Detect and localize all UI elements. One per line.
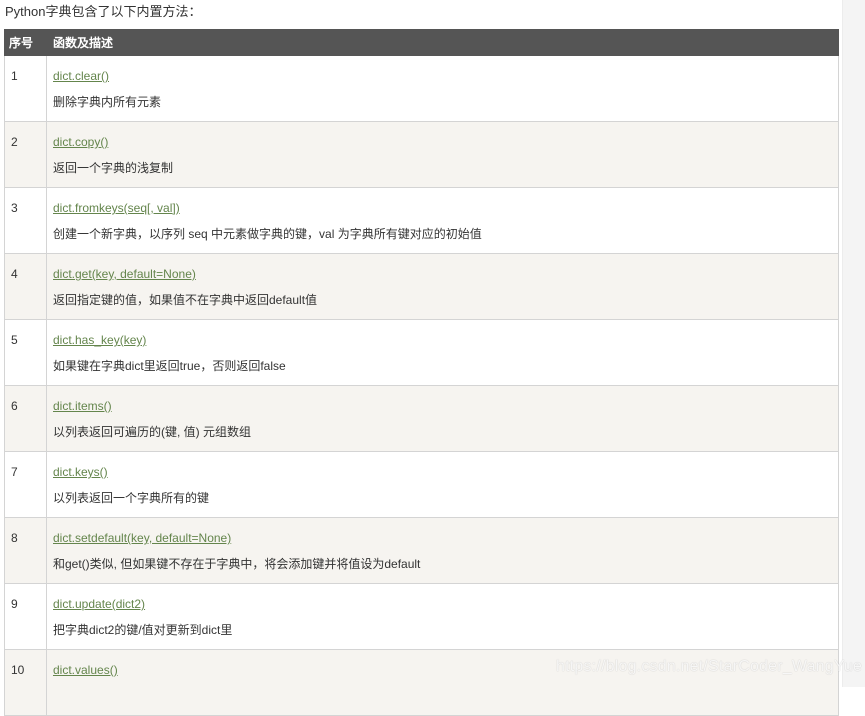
row-content: dict.copy() 返回一个字典的浅复制	[46, 121, 839, 188]
intro-text: Python字典包含了以下内置方法：	[5, 4, 202, 19]
table-row: 1 dict.clear() 删除字典内所有元素	[4, 55, 839, 122]
function-description: 以列表返回一个字典所有的键	[53, 491, 210, 505]
row-content: dict.get(key, default=None) 返回指定键的值，如果值不…	[46, 253, 839, 320]
row-content: dict.fromkeys(seq[, val]) 创建一个新字典，以序列 se…	[46, 187, 839, 254]
page-scrollbar[interactable]	[842, 0, 865, 687]
function-link-get[interactable]: dict.get(key, default=None)	[53, 267, 196, 281]
table-row: 7 dict.keys() 以列表返回一个字典所有的键	[4, 451, 839, 518]
function-description: 创建一个新字典，以序列 seq 中元素做字典的键，val 为字典所有键对应的初始…	[53, 227, 482, 241]
row-content: dict.has_key(key) 如果键在字典dict里返回true，否则返回…	[46, 319, 839, 386]
function-link-clear[interactable]: dict.clear()	[53, 69, 109, 83]
function-description: 和get()类似, 但如果键不存在于字典中，将会添加键并将值设为default	[53, 557, 421, 571]
function-description: 以列表返回可遍历的(键, 值) 元组数组	[53, 425, 251, 439]
row-number: 8	[4, 517, 47, 584]
methods-table-container: 序号 函数及描述 1 dict.clear() 删除字典内所有元素 2 dict…	[4, 29, 839, 716]
row-content: dict.items() 以列表返回可遍历的(键, 值) 元组数组	[46, 385, 839, 452]
function-link-values[interactable]: dict.values()	[53, 663, 118, 677]
row-content: dict.clear() 删除字典内所有元素	[46, 55, 839, 122]
row-content: dict.update(dict2) 把字典dict2的键/值对更新到dict里	[46, 583, 839, 650]
row-number: 6	[4, 385, 47, 452]
function-link-keys[interactable]: dict.keys()	[53, 465, 108, 479]
function-link-has-key[interactable]: dict.has_key(key)	[53, 333, 146, 347]
function-description: 返回一个字典的浅复制	[53, 161, 174, 175]
function-link-fromkeys[interactable]: dict.fromkeys(seq[, val])	[53, 201, 180, 215]
function-description: 返回指定键的值，如果值不在字典中返回default值	[53, 293, 318, 307]
function-link-update[interactable]: dict.update(dict2)	[53, 597, 145, 611]
function-description: 如果键在字典dict里返回true，否则返回false	[53, 359, 286, 373]
methods-table: 序号 函数及描述 1 dict.clear() 删除字典内所有元素 2 dict…	[4, 29, 839, 716]
table-header-row: 序号 函数及描述	[4, 29, 839, 56]
table-row: 8 dict.setdefault(key, default=None) 和ge…	[4, 517, 839, 584]
table-row: 3 dict.fromkeys(seq[, val]) 创建一个新字典，以序列 …	[4, 187, 839, 254]
function-link-setdefault[interactable]: dict.setdefault(key, default=None)	[53, 531, 231, 545]
row-number: 1	[4, 55, 47, 122]
table-row: 6 dict.items() 以列表返回可遍历的(键, 值) 元组数组	[4, 385, 839, 452]
table-row: 2 dict.copy() 返回一个字典的浅复制	[4, 121, 839, 188]
row-number: 5	[4, 319, 47, 386]
row-content: dict.keys() 以列表返回一个字典所有的键	[46, 451, 839, 518]
row-number: 3	[4, 187, 47, 254]
row-number: 4	[4, 253, 47, 320]
table-row: 4 dict.get(key, default=None) 返回指定键的值，如果…	[4, 253, 839, 320]
header-number: 序号	[4, 29, 47, 56]
table-row: 9 dict.update(dict2) 把字典dict2的键/值对更新到dic…	[4, 583, 839, 650]
row-number: 7	[4, 451, 47, 518]
function-link-copy[interactable]: dict.copy()	[53, 135, 108, 149]
table-row: 5 dict.has_key(key) 如果键在字典dict里返回true，否则…	[4, 319, 839, 386]
row-number: 10	[4, 649, 47, 716]
function-description: 删除字典内所有元素	[53, 95, 162, 109]
row-content: dict.setdefault(key, default=None) 和get(…	[46, 517, 839, 584]
watermark-text: https://blog.csdn.net/StarCoder_WangYue	[556, 658, 863, 675]
function-link-items[interactable]: dict.items()	[53, 399, 112, 413]
header-function-description: 函数及描述	[46, 29, 839, 56]
row-number: 2	[4, 121, 47, 188]
function-description: 把字典dict2的键/值对更新到dict里	[53, 623, 233, 637]
row-number: 9	[4, 583, 47, 650]
